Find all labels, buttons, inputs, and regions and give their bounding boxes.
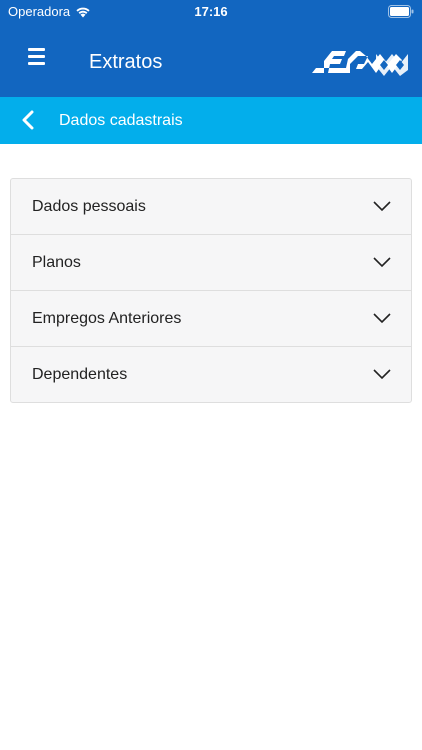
menu-button[interactable] — [28, 48, 62, 74]
status-time: 17:16 — [194, 4, 228, 19]
accordion-item-dados-pessoais[interactable]: Dados pessoais — [11, 179, 411, 235]
fbss-logo — [312, 51, 408, 76]
accordion-item-dependentes[interactable]: Dependentes — [11, 347, 411, 402]
accordion-item-empregos-anteriores[interactable]: Empregos Anteriores — [11, 291, 411, 347]
accordion-label: Planos — [32, 254, 81, 271]
accordion-label: Dados pessoais — [32, 198, 146, 215]
app-header: Extratos — [0, 24, 422, 97]
accordion-label: Dependentes — [32, 366, 128, 383]
sub-header: Dados cadastrais — [0, 97, 422, 144]
status-bar: Operadora 17:16 — [0, 0, 422, 24]
accordion: Dados pessoais Planos Empregos Anteriore… — [10, 178, 412, 403]
section-title: Dados cadastrais — [59, 112, 183, 129]
page-title: Extratos — [89, 51, 163, 73]
battery-icon — [388, 5, 414, 18]
chevron-down-icon — [373, 257, 391, 268]
chevron-left-icon[interactable] — [16, 107, 42, 133]
accordion-item-planos[interactable]: Planos — [11, 235, 411, 291]
chevron-down-icon — [373, 369, 391, 380]
accordion-label: Empregos Anteriores — [32, 310, 182, 327]
chevron-down-icon — [373, 201, 391, 212]
chevron-down-icon — [373, 313, 391, 324]
